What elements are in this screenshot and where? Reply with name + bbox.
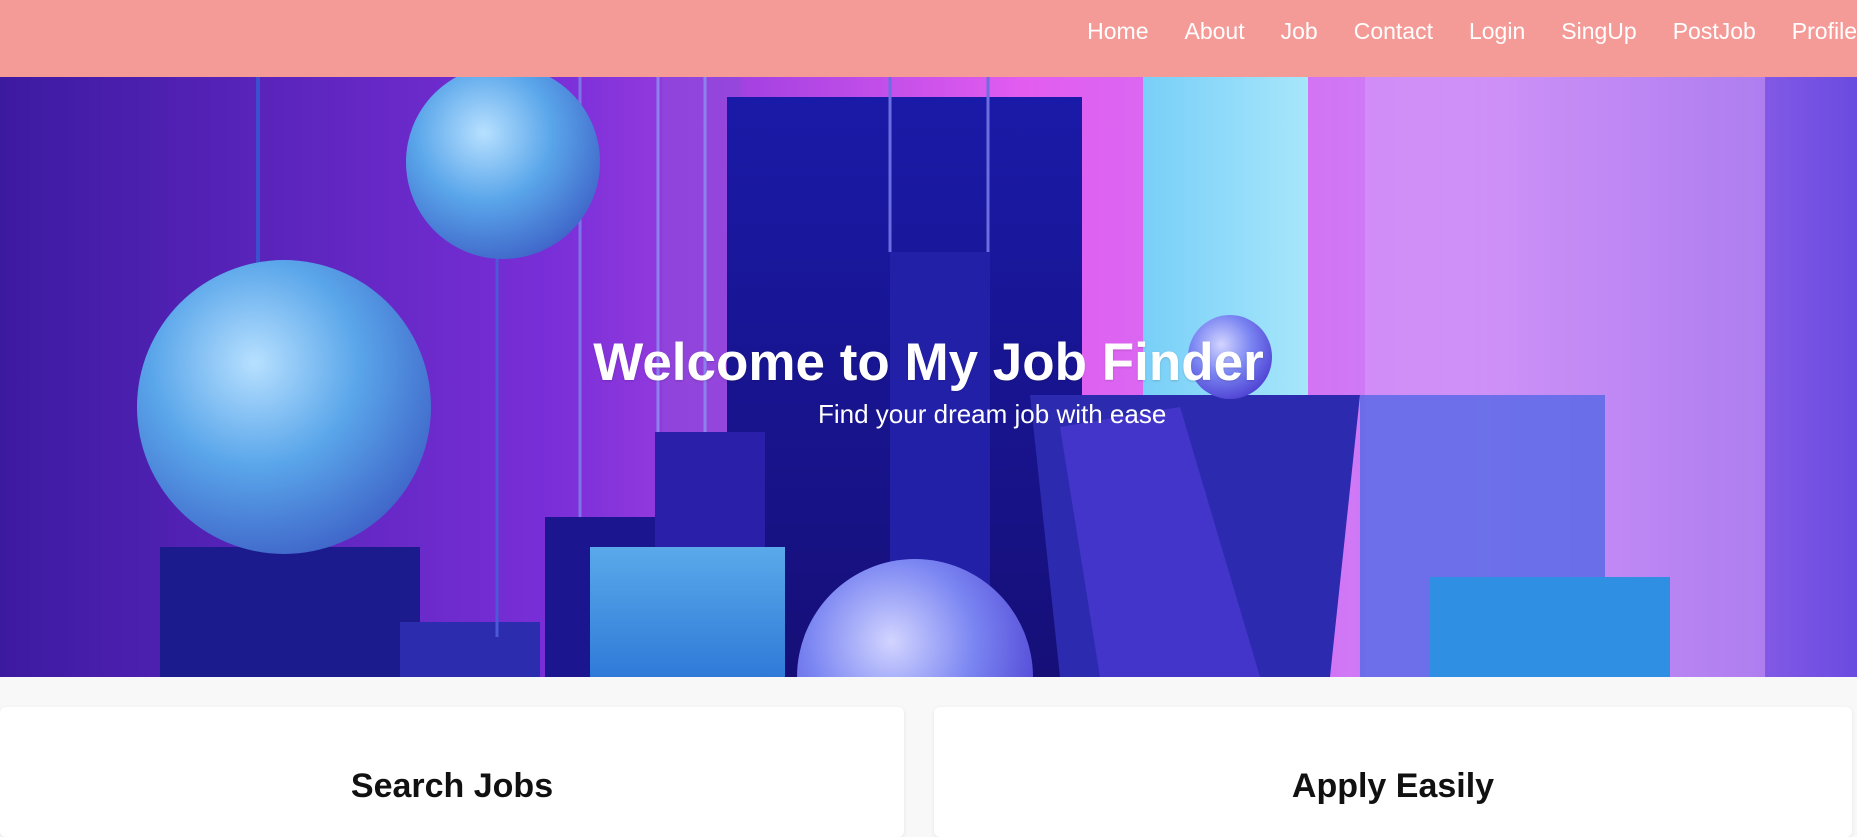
feature-card-title: Apply Easily: [1291, 767, 1495, 805]
hero-title: Welcome to My Job Finder: [593, 333, 1264, 392]
nav-link-home[interactable]: Home: [1087, 18, 1148, 44]
feature-card-title: Search Jobs: [350, 767, 554, 805]
nav-link-signup[interactable]: SingUp: [1561, 18, 1636, 44]
navbar: Home About Job Contact Login SingUp Post…: [0, 0, 1857, 77]
nav-link-job[interactable]: Job: [1281, 18, 1318, 44]
nav-link-contact[interactable]: Contact: [1354, 18, 1433, 44]
hero-banner: Welcome to My Job Finder Find your dream…: [0, 77, 1857, 677]
nav-link-postjob[interactable]: PostJob: [1673, 18, 1756, 44]
nav-link-login[interactable]: Login: [1469, 18, 1525, 44]
nav-link-about[interactable]: About: [1185, 18, 1245, 44]
hero-subtitle: Find your dream job with ease: [818, 399, 1167, 429]
feature-card-apply-easily: Apply Easily: [934, 707, 1852, 837]
feature-card-search-jobs: Search Jobs: [0, 707, 904, 837]
nav-menu: Home About Job Contact Login SingUp Post…: [1051, 0, 1857, 62]
nav-link-profile[interactable]: Profile: [1792, 18, 1857, 44]
